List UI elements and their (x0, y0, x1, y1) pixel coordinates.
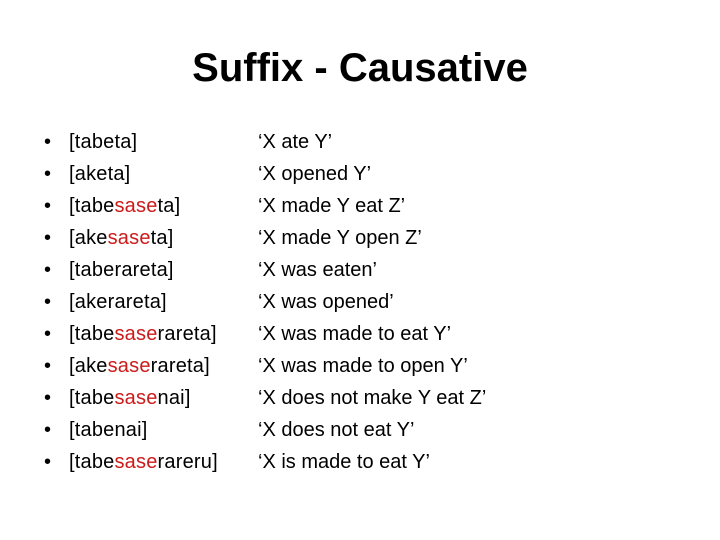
bullet-icon: • (44, 355, 52, 377)
bullet-icon: • (44, 227, 52, 249)
bullet-icon: • (44, 291, 52, 313)
japanese-form: [akesaserareta] (69, 350, 210, 382)
form-segment: [tabe (69, 195, 115, 217)
form-segment: [akerareta] (69, 291, 167, 313)
english-gloss: ‘X ate Y’ (258, 131, 333, 153)
causative-suffix-highlight: sase (114, 451, 158, 473)
english-gloss: ‘X does not make Y eat Z’ (258, 387, 487, 409)
form-segment: [tabenai] (69, 419, 148, 441)
japanese-form: [akerareta] (69, 286, 167, 318)
bullet-icon: • (44, 323, 52, 345)
english-gloss: ‘X made Y eat Z’ (258, 195, 406, 217)
english-gloss: ‘X does not eat Y’ (258, 419, 415, 441)
bullet-icon: • (44, 259, 52, 281)
bullet-icon: • (44, 195, 52, 217)
bullet-icon: • (44, 163, 52, 185)
form-segment: [ake (69, 355, 108, 377)
causative-suffix-highlight: sase (107, 227, 151, 249)
japanese-form: [tabesasenai] (69, 382, 191, 414)
form-segment: [aketa] (69, 163, 131, 185)
form-segment: nai] (157, 387, 191, 409)
form-segment: ta] (150, 227, 174, 249)
japanese-form: [akesaseta] (69, 222, 174, 254)
english-gloss: ‘X opened Y’ (258, 163, 372, 185)
japanese-form: [taberareta] (69, 254, 174, 286)
english-gloss: ‘X was opened’ (258, 291, 394, 313)
english-gloss: ‘X was made to eat Y’ (258, 323, 452, 345)
causative-suffix-highlight: sase (114, 195, 158, 217)
japanese-form: [aketa] (69, 158, 130, 190)
english-gloss: ‘X was eaten’ (258, 259, 377, 281)
form-segment: rareru] (157, 451, 218, 473)
japanese-form: [tabenai] (69, 414, 148, 446)
japanese-form: [tabesaseta] (69, 190, 180, 222)
bullet-icon: • (44, 131, 52, 153)
form-segment: [tabeta] (69, 131, 138, 153)
form-segment: [tabe (69, 451, 115, 473)
causative-suffix-highlight: sase (114, 323, 158, 345)
japanese-form: [tabesaserareta] (69, 318, 217, 350)
english-gloss: ‘X made Y open Z’ (258, 227, 422, 249)
bullet-icon: • (44, 387, 52, 409)
japanese-form: [tabeta] (69, 126, 137, 158)
slide-title: Suffix - Causative (192, 46, 528, 90)
form-segment: ta] (157, 195, 181, 217)
form-segment: [tabe (69, 387, 115, 409)
form-segment: [taberareta] (69, 259, 174, 281)
japanese-form: [tabesaserareru] (69, 446, 218, 478)
bullet-icon: • (44, 451, 52, 473)
form-segment: rareta] (157, 323, 217, 345)
bullet-icon: • (44, 419, 52, 441)
causative-suffix-highlight: sase (114, 387, 158, 409)
form-segment: rareta] (150, 355, 210, 377)
english-gloss: ‘X is made to eat Y’ (258, 451, 430, 473)
causative-suffix-highlight: sase (107, 355, 151, 377)
english-gloss: ‘X was made to open Y’ (258, 355, 468, 377)
form-segment: [ake (69, 227, 108, 249)
form-segment: [tabe (69, 323, 115, 345)
